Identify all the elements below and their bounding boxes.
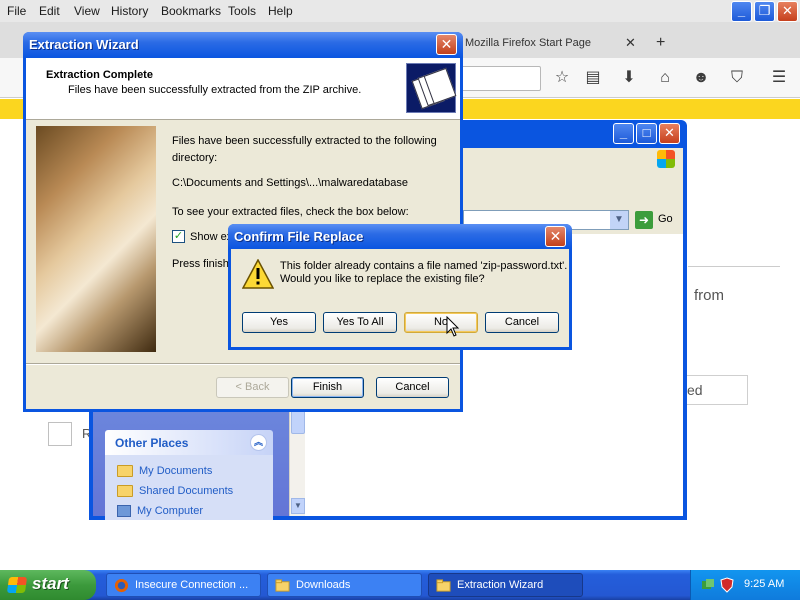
download-icon[interactable]: ⬇ — [618, 67, 640, 89]
confirm-message-line1: This folder already contains a file name… — [280, 260, 568, 272]
confirm-close-icon[interactable]: ✕ — [545, 226, 566, 247]
minimize-icon[interactable]: _ — [731, 1, 752, 22]
wizard-see-files: To see your extracted files, check the b… — [172, 206, 409, 218]
place-shared-documents[interactable]: Shared Documents — [117, 485, 233, 501]
explorer-minimize-icon[interactable]: _ — [613, 123, 634, 144]
wizard-titlebar[interactable]: Extraction Wizard ✕ — [23, 32, 463, 58]
firefox-menubar: File Edit View History Bookmarks Tools H… — [0, 0, 800, 22]
menu-file[interactable]: File — [7, 4, 26, 18]
task-downloads[interactable]: Downloads — [267, 573, 422, 597]
tab-title: Mozilla Firefox Start Page — [465, 37, 591, 49]
show-files-label: Show ex — [190, 231, 233, 243]
clock: 9:25 AM — [744, 578, 785, 590]
zip-folder-logo — [406, 63, 457, 113]
other-places-title: Other Places — [115, 436, 189, 450]
menu-bookmarks[interactable]: Bookmarks — [161, 4, 221, 18]
folder-icon — [436, 579, 451, 592]
pocket-icon[interactable]: ⛉ — [726, 67, 748, 89]
windows-logo-icon — [657, 150, 675, 168]
task-label: Downloads — [296, 579, 351, 591]
no-button[interactable]: No — [404, 312, 478, 333]
folder-icon — [275, 579, 290, 592]
finish-button[interactable]: Finish — [291, 377, 364, 398]
home-icon[interactable]: ⌂ — [654, 67, 676, 89]
tab-close-icon[interactable]: ✕ — [625, 35, 636, 51]
explorer-maximize-icon[interactable]: □ — [636, 123, 657, 144]
task-extraction-wizard[interactable]: Extraction Wizard — [428, 573, 583, 597]
confirm-body: This folder already contains a file name… — [231, 249, 569, 347]
page-divider — [688, 266, 780, 267]
menu-help[interactable]: Help — [268, 4, 293, 18]
wizard-header: Extraction Complete Files have been succ… — [26, 58, 460, 120]
yes-to-all-button[interactable]: Yes To All — [323, 312, 397, 333]
place-my-computer[interactable]: My Computer — [117, 505, 203, 520]
menu-tools[interactable]: Tools — [228, 4, 256, 18]
windows-flag-icon — [6, 577, 28, 593]
hello-icon[interactable]: ☻ — [690, 67, 712, 89]
folder-icon — [117, 465, 133, 478]
star-icon[interactable]: ☆ — [551, 67, 573, 89]
task-label: Insecure Connection ... — [135, 579, 249, 591]
other-places-body: My Documents Shared Documents My Compute… — [105, 455, 273, 520]
wizard-body-line1: Files have been successfully extracted t… — [172, 135, 437, 147]
menu-view[interactable]: View — [74, 4, 100, 18]
extraction-wizard-window: Extraction Wizard ✕ Extraction Complete … — [23, 32, 463, 412]
confirm-cancel-button[interactable]: Cancel — [485, 312, 559, 333]
menu-hamburger-icon[interactable]: ☰ — [768, 67, 790, 89]
task-label: Extraction Wizard — [457, 579, 544, 591]
place-label: Shared Documents — [139, 485, 234, 497]
yes-button[interactable]: Yes — [242, 312, 316, 333]
other-places-panel: Other Places ︽ My Documents Shared Docum… — [105, 430, 273, 520]
wizard-press-finish: Press finish — [172, 258, 229, 270]
tab-start-page[interactable]: Mozilla Firefox Start Page ✕ — [455, 30, 645, 58]
task-insecure-connection[interactable]: Insecure Connection ... — [106, 573, 261, 597]
start-label: start — [32, 574, 69, 593]
address-dropdown-icon[interactable]: ▼ — [610, 211, 628, 229]
go-label: Go — [658, 213, 673, 225]
back-button[interactable]: < Back — [216, 377, 289, 398]
collapse-icon[interactable]: ︽ — [250, 434, 267, 451]
folder-icon — [117, 485, 133, 498]
network-icon[interactable] — [700, 577, 716, 593]
confirm-titlebar[interactable]: Confirm File Replace ✕ — [228, 224, 572, 249]
wizard-close-icon[interactable]: ✕ — [436, 34, 457, 55]
wizard-side-image — [36, 126, 156, 352]
firefox-icon — [114, 578, 129, 593]
start-button[interactable]: start — [0, 570, 96, 600]
scroll-down-icon[interactable]: ▼ — [291, 498, 305, 514]
confirm-title: Confirm File Replace — [234, 229, 364, 244]
reading-list-icon[interactable]: ▤ — [582, 67, 604, 89]
place-label: My Computer — [137, 505, 204, 517]
wizard-body-line2: directory: — [172, 152, 218, 164]
go-button[interactable]: ➜ Go — [635, 210, 679, 230]
confirm-file-replace-dialog: Confirm File Replace ✕ This folder alrea… — [228, 224, 572, 350]
security-shield-icon[interactable] — [719, 577, 735, 593]
page-text-from: from — [694, 287, 724, 304]
wizard-subheading: Files have been successfully extracted f… — [68, 84, 362, 96]
show-files-checkbox[interactable]: ✓ — [172, 230, 185, 243]
go-arrow-icon: ➜ — [635, 211, 653, 229]
menu-history[interactable]: History — [111, 4, 148, 18]
page-checkbox[interactable] — [48, 422, 72, 446]
wizard-title: Extraction Wizard — [29, 37, 139, 52]
mouse-cursor-icon — [446, 316, 460, 337]
computer-icon — [117, 505, 131, 518]
wizard-separator — [26, 363, 460, 365]
confirm-message-line2: Would you like to replace the existing f… — [280, 273, 485, 285]
place-my-documents[interactable]: My Documents — [117, 465, 212, 481]
warning-icon — [242, 259, 274, 289]
restore-icon[interactable]: ❐ — [754, 1, 775, 22]
other-places-header[interactable]: Other Places ︽ — [105, 430, 273, 455]
wizard-path: C:\Documents and Settings\...\malwaredat… — [172, 177, 409, 189]
close-icon[interactable]: ✕ — [777, 1, 798, 22]
new-tab-icon[interactable]: + — [656, 34, 665, 52]
explorer-close-icon[interactable]: ✕ — [659, 123, 680, 144]
wizard-cancel-button[interactable]: Cancel — [376, 377, 449, 398]
taskbar: start Insecure Connection ... Downloads … — [0, 570, 800, 600]
wizard-heading: Extraction Complete — [46, 69, 153, 81]
system-tray: 9:25 AM — [690, 570, 800, 600]
menu-edit[interactable]: Edit — [39, 4, 60, 18]
place-label: My Documents — [139, 465, 213, 477]
